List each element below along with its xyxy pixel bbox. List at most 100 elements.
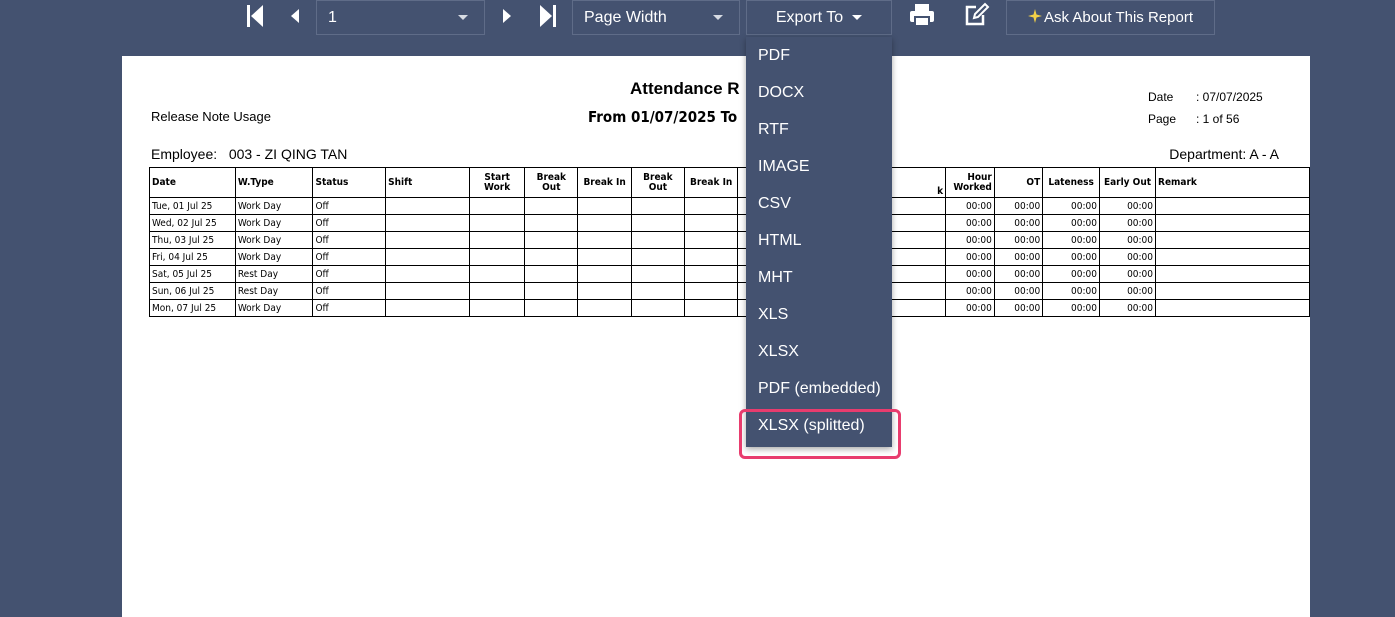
date-value: : 07/07/2025: [1196, 90, 1263, 104]
table-cell: [1155, 214, 1310, 232]
table-cell: 00:00: [1098, 231, 1157, 249]
table-cell: [524, 248, 579, 266]
table-row: Thu, 03 Jul 25 Work Day Off 00:00 00:00 00:00…: [149, 231, 1310, 249]
table-header-row: Date W.Type Status Shift Start Work Brea…: [149, 167, 1310, 198]
table-cell: 00:00: [945, 248, 995, 266]
table-cell: [577, 299, 632, 317]
table-cell: 00:00: [993, 282, 1044, 300]
export-option-xlsx[interactable]: XLSX: [758, 343, 799, 361]
header-status: Status: [312, 167, 387, 198]
table-cell: [630, 282, 686, 300]
page-number-select[interactable]: 1: [316, 0, 485, 35]
table-cell: Off: [312, 282, 387, 300]
table-cell: [630, 299, 686, 317]
export-option-docx[interactable]: DOCX: [758, 84, 804, 102]
print-icon: [910, 4, 934, 27]
header-date: Date: [149, 167, 236, 198]
table-cell: 00:00: [1042, 282, 1100, 300]
table-cell: Work Day: [234, 299, 314, 317]
ask-about-report-button[interactable]: Ask About This Report: [1006, 0, 1215, 35]
header-ot: OT: [993, 167, 1044, 198]
release-note: Release Note Usage: [151, 109, 271, 124]
page-label: Page: [1148, 112, 1177, 126]
export-option-image[interactable]: IMAGE: [758, 158, 810, 176]
table-cell: 00:00: [945, 282, 995, 300]
table-cell: [630, 214, 686, 232]
table-cell: 00:00: [993, 214, 1044, 232]
highlight-box: [739, 409, 901, 459]
table-cell: Off: [312, 197, 387, 215]
report-page: Attendance R From 01/07/2025 To Release …: [122, 56, 1310, 617]
export-menu: PDF DOCX RTF IMAGE CSV HTML MHT XLS XLSX PDF (emb…: [746, 37, 892, 447]
table-cell: [577, 248, 632, 266]
export-option-pdf-embedded[interactable]: PDF (embedded): [758, 380, 881, 398]
table-cell: Wed, 02 Jul 25: [149, 214, 236, 232]
table-cell: [524, 197, 579, 215]
chevron-down-icon: [458, 15, 468, 20]
page-value: : 1 of 56: [1196, 112, 1240, 126]
table-row: Sat, 05 Jul 25 Rest Day Off 00:00 00:00 00:00…: [149, 265, 1310, 283]
export-option-mht[interactable]: MHT: [758, 269, 793, 287]
table-cell: 00:00: [1098, 282, 1157, 300]
table-cell: [524, 265, 579, 283]
header-break-in-2: Break In: [684, 167, 739, 198]
table-cell: 00:00: [1098, 265, 1157, 283]
first-page-button[interactable]: [244, 3, 266, 29]
date-label: Date: [1148, 90, 1174, 104]
table-cell: [385, 214, 471, 232]
table-cell: [469, 282, 526, 300]
table-cell: 00:00: [1098, 214, 1157, 232]
table-cell: Work Day: [234, 231, 314, 249]
table-cell: Off: [312, 299, 387, 317]
export-option-pdf[interactable]: PDF: [758, 47, 790, 65]
export-option-html[interactable]: HTML: [758, 232, 802, 250]
table-cell: Work Day: [234, 248, 314, 266]
zoom-select[interactable]: Page Width: [572, 0, 740, 35]
table-cell: 00:00: [945, 299, 995, 317]
table-cell: [577, 282, 632, 300]
edit-button[interactable]: [961, 1, 991, 29]
export-option-xls[interactable]: XLS: [758, 306, 788, 324]
table-cell: [469, 265, 526, 283]
table-cell: 00:00: [1042, 299, 1100, 317]
table-cell: 00:00: [993, 231, 1044, 249]
table-cell: 00:00: [1098, 197, 1157, 215]
table-cell: [1155, 299, 1310, 317]
table-cell: [469, 231, 526, 249]
ask-about-report-label: Ask About This Report: [1044, 9, 1193, 26]
table-cell: [684, 299, 739, 317]
table-cell: Off: [312, 265, 387, 283]
table-cell: [577, 265, 632, 283]
table-cell: [630, 265, 686, 283]
report-subtitle: From 01/07/2025 To: [588, 108, 738, 126]
table-cell: Work Day: [234, 214, 314, 232]
table-cell: 00:00: [1042, 248, 1100, 266]
print-button[interactable]: [907, 1, 937, 29]
table-cell: 00:00: [993, 197, 1044, 215]
table-cell: 00:00: [945, 197, 995, 215]
last-page-button[interactable]: [537, 3, 559, 29]
edit-icon: [965, 2, 990, 26]
export-option-csv[interactable]: CSV: [758, 195, 791, 213]
table-cell: [1155, 197, 1310, 215]
table-cell: [385, 265, 471, 283]
table-cell: 00:00: [1098, 248, 1157, 266]
table-cell: [577, 197, 632, 215]
export-to-label: Export To: [775, 8, 844, 26]
chevron-down-icon: [852, 15, 863, 20]
table-row: Fri, 04 Jul 25 Work Day Off 00:00 00:00 00:00…: [149, 248, 1310, 266]
table-cell: [1155, 265, 1310, 283]
next-page-button[interactable]: [499, 5, 515, 27]
previous-page-button[interactable]: [287, 5, 303, 27]
table-cell: [577, 214, 632, 232]
table-cell: [385, 299, 471, 317]
table-cell: 00:00: [1042, 197, 1100, 215]
export-to-button[interactable]: Export To: [746, 0, 892, 35]
export-option-rtf[interactable]: RTF: [758, 121, 789, 139]
table-cell: [524, 299, 579, 317]
table-cell: [469, 299, 526, 317]
table-cell: 00:00: [993, 299, 1044, 317]
table-cell: [385, 231, 471, 249]
table-cell: [469, 214, 526, 232]
table-cell: 00:00: [1042, 231, 1100, 249]
